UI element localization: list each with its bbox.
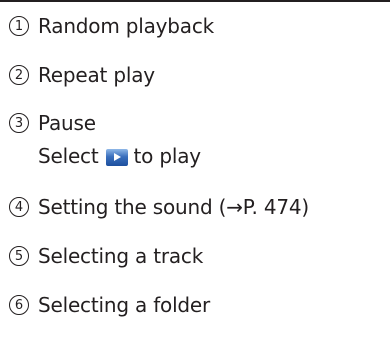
item-label-pause: Pause bbox=[38, 111, 96, 135]
sub-text-select: Select bbox=[38, 144, 99, 168]
list-item-random-playback: 1 Random playback bbox=[9, 10, 214, 42]
play-icon bbox=[105, 148, 128, 166]
list-item-setting-the-sound: 4 Setting the sound (→P. 474) bbox=[9, 191, 309, 223]
top-border-rule bbox=[0, 0, 390, 2]
list-item-selecting-a-folder: 6 Selecting a folder bbox=[9, 289, 210, 321]
item-label-selecting-a-folder: Selecting a folder bbox=[38, 293, 211, 317]
circled-number-3: 3 bbox=[9, 113, 29, 133]
circled-number-2: 2 bbox=[9, 65, 29, 85]
circled-number-4: 4 bbox=[9, 197, 29, 217]
sub-text-to-play: to play bbox=[133, 144, 202, 168]
item-label-selecting-a-track: Selecting a track bbox=[38, 244, 204, 268]
item-label-repeat-play: Repeat play bbox=[38, 63, 155, 87]
pause-sub-instruction: Select to play bbox=[38, 140, 201, 172]
item-label-random-playback: Random playback bbox=[38, 14, 215, 38]
circled-number-6: 6 bbox=[9, 295, 29, 315]
list-item-repeat-play: 2 Repeat play bbox=[9, 59, 155, 91]
circled-number-1: 1 bbox=[9, 16, 29, 36]
item-label-setting-the-sound: Setting the sound (→P. 474) bbox=[38, 195, 310, 219]
circled-number-5: 5 bbox=[9, 246, 29, 266]
list-item-pause: 3 Pause bbox=[9, 107, 96, 139]
list-item-selecting-a-track: 5 Selecting a track bbox=[9, 240, 203, 272]
